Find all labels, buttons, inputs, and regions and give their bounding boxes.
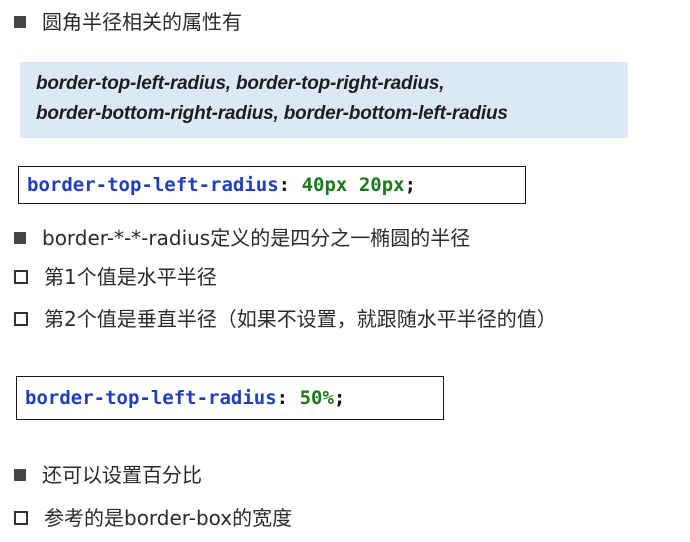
filled-square-bullet-icon [14, 232, 26, 244]
hollow-square-bullet-icon [14, 511, 28, 525]
properties-line-2: border-bottom-right-radius, border-botto… [36, 103, 508, 124]
bullet-quarter-ellipse: border-*-*-radius定义的是四分之一椭圆的半径 [14, 226, 470, 250]
code-value-1-number: 40 [301, 174, 325, 196]
sub-bullet-horizontal-radius: 第1个值是水平半径 [14, 265, 217, 289]
hollow-square-bullet-icon [14, 312, 28, 326]
properties-line-1: border-top-left-radius, border-top-right… [36, 73, 445, 94]
filled-square-bullet-icon [14, 469, 26, 481]
radius-properties-box: border-top-left-radius, border-top-right… [20, 62, 628, 138]
code-property: border-top-left-radius [25, 387, 277, 409]
code-semicolon: ; [333, 387, 346, 409]
sub-bullet-text: 第2个值是垂直半径（如果不设置，就跟随水平半径的值） [44, 307, 557, 331]
bullet-text: 还可以设置百分比 [42, 463, 202, 487]
sub-bullet-border-box-width: 参考的是border-box的宽度 [14, 506, 292, 530]
bullet-percentage: 还可以设置百分比 [14, 463, 202, 487]
code-example-40px-20px: border-top-left-radius: 40 px 20 px; [18, 166, 526, 204]
bullet-text: border-*-*-radius定义的是四分之一椭圆的半径 [42, 226, 471, 250]
code-value-2-number: 20 [358, 174, 382, 196]
code-colon: : [278, 174, 291, 196]
hollow-square-bullet-icon [14, 270, 28, 284]
heading-radius-properties: 圆角半径相关的属性有 [14, 10, 242, 34]
code-example-50-percent: border-top-left-radius: 50%; [16, 376, 444, 420]
sub-bullet-vertical-radius: 第2个值是垂直半径（如果不设置，就跟随水平半径的值） [14, 307, 557, 331]
heading-text: 圆角半径相关的属性有 [42, 10, 242, 34]
code-value-2-unit: px [381, 174, 405, 196]
filled-square-bullet-icon [14, 16, 26, 28]
code-property: border-top-left-radius [27, 174, 279, 196]
code-colon: : [276, 387, 289, 409]
sub-bullet-text: 第1个值是水平半径 [44, 265, 217, 289]
code-value-number: 50 [299, 387, 323, 409]
sub-bullet-text: 参考的是border-box的宽度 [44, 506, 293, 530]
code-semicolon: ; [404, 174, 417, 196]
code-value-unit: % [322, 387, 334, 409]
code-value-1-unit: px [324, 174, 348, 196]
